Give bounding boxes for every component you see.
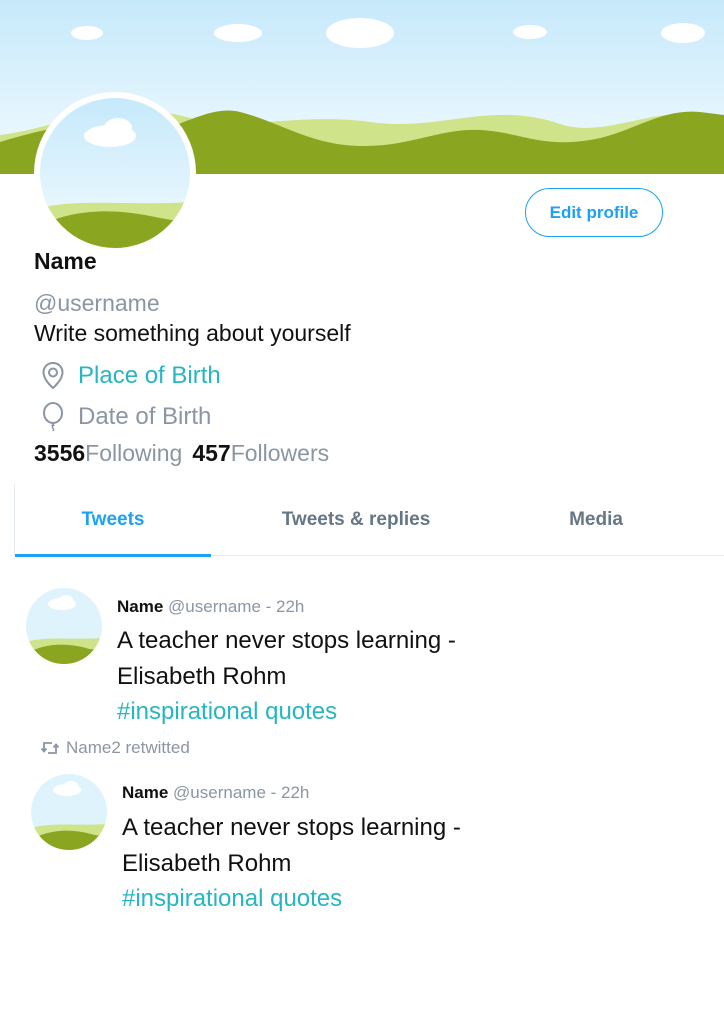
edit-profile-button[interactable]: Edit profile bbox=[525, 188, 663, 237]
active-tab-indicator bbox=[15, 554, 211, 557]
following-count[interactable]: 3556 bbox=[34, 440, 85, 467]
followers-count[interactable]: 457 bbox=[192, 440, 230, 467]
avatar-landscape-image bbox=[40, 98, 190, 248]
tweet-text-line: A teacher never stops learning - bbox=[117, 627, 456, 654]
tweet-text-line: A teacher never stops learning - bbox=[122, 814, 461, 841]
tweet-handle-time: @username - 22h bbox=[168, 597, 305, 616]
tweet-avatar[interactable] bbox=[31, 774, 107, 850]
retweet-by-text[interactable]: Name2 retwitted bbox=[66, 738, 190, 758]
balloon-icon bbox=[40, 401, 66, 433]
profile-bio: Write something about yourself bbox=[34, 320, 351, 346]
tweet-avatar[interactable] bbox=[26, 588, 102, 664]
tweet-text-line: Elisabeth Rohm bbox=[117, 663, 287, 690]
place-of-birth-row[interactable]: Place of Birth bbox=[40, 360, 221, 392]
profile-name: Name bbox=[34, 248, 97, 274]
tab-tweets-and-replies[interactable]: Tweets & replies bbox=[211, 484, 501, 556]
tweet-text-line: Elisabeth Rohm bbox=[122, 850, 292, 877]
followers-label[interactable]: Followers bbox=[231, 440, 329, 467]
tab-media[interactable]: Media bbox=[501, 484, 691, 556]
tweet-text: A teacher never stops learning - Elisabe… bbox=[122, 810, 542, 882]
avatar-landscape-image bbox=[26, 588, 102, 664]
tweet-author-name[interactable]: Name bbox=[122, 783, 168, 802]
place-of-birth-text[interactable]: Place of Birth bbox=[78, 362, 221, 390]
tweet-header: Name @username - 22h bbox=[122, 783, 309, 803]
following-label[interactable]: Following bbox=[85, 440, 182, 467]
tweet-author-name[interactable]: Name bbox=[117, 597, 163, 616]
tweet-handle-time: @username - 22h bbox=[173, 783, 310, 802]
location-pin-icon bbox=[40, 360, 66, 392]
tweet-header: Name @username - 22h bbox=[117, 597, 304, 617]
retweet-icon bbox=[40, 738, 60, 758]
follow-stats: 3556 Following 457 Followers bbox=[34, 440, 339, 467]
tweet-hashtag[interactable]: #inspirational quotes bbox=[122, 885, 342, 913]
profile-tabs: Tweets Tweets & replies Media bbox=[14, 484, 724, 557]
tab-tweets[interactable]: Tweets bbox=[15, 484, 211, 556]
profile-avatar[interactable] bbox=[34, 92, 196, 254]
profile-handle: @username bbox=[34, 290, 160, 316]
tweet-text: A teacher never stops learning - Elisabe… bbox=[117, 623, 537, 695]
avatar-landscape-image bbox=[31, 774, 107, 850]
tweet-hashtag[interactable]: #inspirational quotes bbox=[117, 698, 337, 726]
retweet-indicator: Name2 retwitted bbox=[40, 738, 190, 758]
date-of-birth-text: Date of Birth bbox=[78, 403, 212, 430]
date-of-birth-row: Date of Birth bbox=[40, 401, 211, 433]
